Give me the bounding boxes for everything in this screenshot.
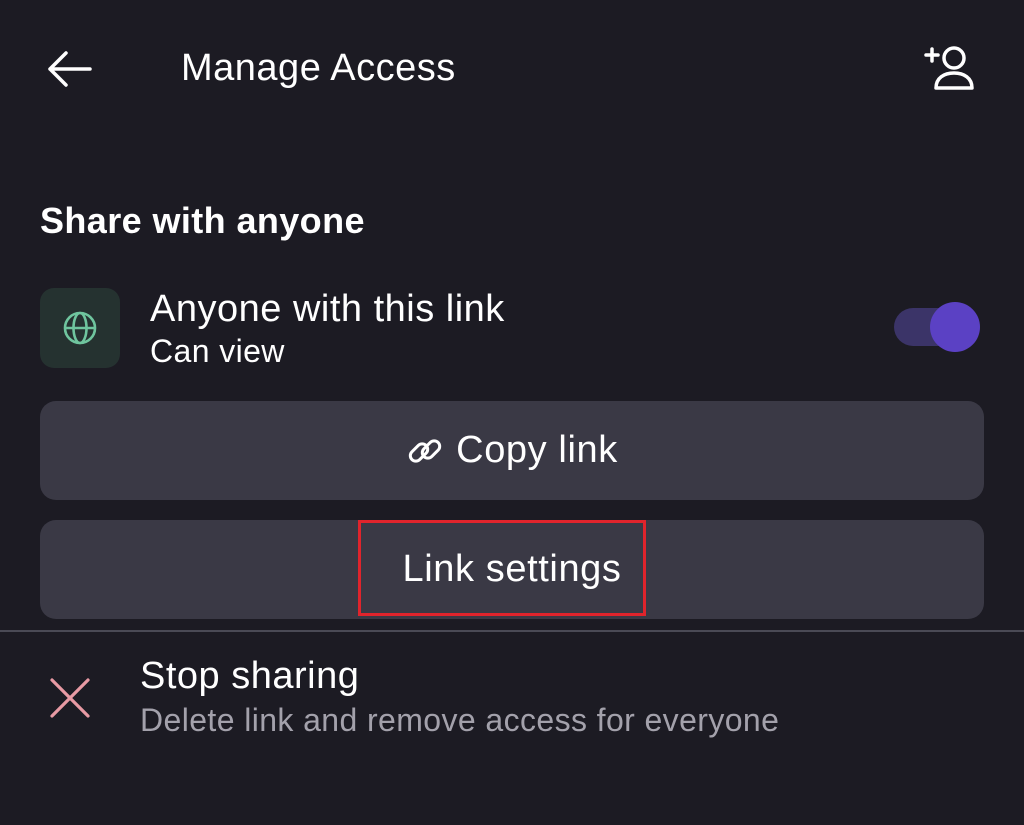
divider (0, 630, 1024, 632)
app-bar: Manage Access (0, 0, 1024, 135)
close-icon (50, 678, 90, 718)
link-icon (406, 432, 444, 470)
manage-access-screen: Manage Access Share with anyone Anyone w… (0, 0, 1024, 825)
link-permission-label: Can view (150, 333, 285, 369)
copy-link-label: Copy link (456, 429, 618, 471)
link-settings-button[interactable]: Link settings (40, 520, 984, 619)
section-title-share-with-anyone: Share with anyone (40, 200, 365, 241)
toggle-thumb (930, 302, 980, 352)
stop-sharing-description: Delete link and remove access for everyo… (140, 702, 780, 738)
stop-sharing-title: Stop sharing (140, 655, 360, 697)
anyone-with-link-row: Anyone with this link Can view (40, 288, 984, 369)
link-settings-label: Link settings (402, 548, 622, 590)
person-add-icon (924, 46, 974, 90)
add-member-button[interactable] (918, 36, 982, 100)
arrow-left-icon (48, 51, 92, 87)
copy-link-button[interactable]: Copy link (40, 401, 984, 500)
link-sharing-toggle[interactable] (894, 302, 980, 352)
page-title: Manage Access (181, 47, 456, 89)
link-access-title: Anyone with this link (150, 288, 505, 330)
back-button[interactable] (40, 40, 98, 98)
globe-tile (40, 288, 120, 368)
stop-sharing-row[interactable]: Stop sharing Delete link and remove acce… (0, 640, 1024, 750)
globe-icon (63, 311, 97, 345)
